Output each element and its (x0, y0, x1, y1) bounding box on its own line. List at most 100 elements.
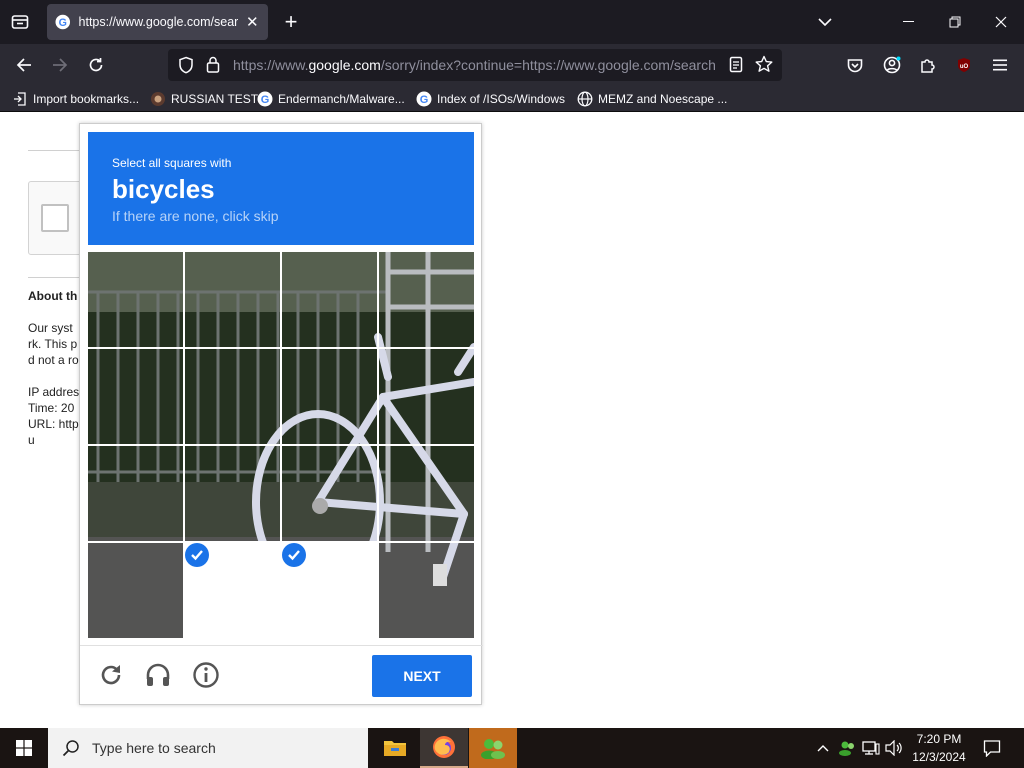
windows-logo-icon (16, 740, 32, 756)
reload-challenge-button[interactable] (96, 660, 126, 690)
forward-arrow-icon (53, 58, 68, 72)
tile-image (185, 349, 280, 444)
svg-text:G: G (59, 17, 67, 29)
bookmark-label: Endermanch/Malware... (278, 92, 405, 106)
image-tile[interactable] (88, 252, 183, 347)
bookmark-label: RUSSIAN TEST (171, 92, 259, 106)
folder-icon (384, 741, 406, 756)
reload-icon (89, 58, 103, 72)
back-button[interactable] (11, 52, 37, 78)
reader-view-button[interactable] (729, 56, 743, 78)
search-icon (62, 740, 79, 757)
image-tile[interactable] (185, 446, 280, 541)
image-tile[interactable] (282, 252, 377, 347)
account-icon (883, 56, 901, 74)
start-button[interactable] (0, 728, 48, 768)
bookmark-endermanch[interactable]: G Endermanch/Malware... (257, 90, 405, 108)
clock-time[interactable]: 7:20 PM (904, 732, 974, 746)
help-button[interactable] (191, 660, 221, 690)
tracking-protection-icon[interactable] (178, 56, 194, 79)
image-tile[interactable] (282, 349, 377, 444)
tab-close-button[interactable]: ✕ (244, 13, 260, 31)
taskbar-search-box[interactable]: Type here to search (48, 728, 368, 768)
clock-date[interactable]: 12/3/2024 (904, 750, 974, 764)
file-explorer-button[interactable] (371, 728, 419, 768)
app-taskbar-button[interactable] (469, 728, 517, 768)
challenge-header: Select all squares with bicycles If ther… (88, 132, 474, 245)
forward-button[interactable] (47, 52, 73, 78)
account-button[interactable] (879, 52, 905, 78)
image-tile[interactable] (185, 252, 280, 347)
tile-image (88, 252, 183, 347)
tab-title: https://www.google.com/search?q=... (78, 15, 239, 29)
network-button[interactable] (861, 738, 881, 758)
minimize-button[interactable] (886, 0, 932, 44)
tile-selected-check-icon (282, 543, 306, 567)
image-tile[interactable] (379, 446, 474, 541)
browser-tab-active[interactable]: G https://www.google.com/search?q=... ✕ (47, 4, 268, 40)
image-tile[interactable] (88, 446, 183, 541)
bookmark-import[interactable]: Import bookmarks... (12, 90, 139, 108)
url-line: URL: http (28, 417, 79, 431)
image-tile[interactable] (379, 543, 474, 638)
show-hidden-icons-button[interactable] (813, 738, 833, 758)
reload-button[interactable] (83, 52, 109, 78)
windows-taskbar: Type here to search 7:20 PM 12/3/2024 (0, 728, 1024, 768)
bookmark-russian-test[interactable]: RUSSIAN TEST (150, 90, 258, 108)
headphones-icon (146, 663, 170, 686)
bookmark-label: Import bookmarks... (33, 92, 140, 106)
action-center-button[interactable] (982, 738, 1002, 758)
tile-image (88, 446, 183, 541)
image-grid (88, 252, 474, 638)
site-icon (150, 91, 166, 107)
about-text-line: rk. This p (28, 337, 78, 351)
tile-image (379, 349, 474, 444)
restore-icon (949, 16, 961, 28)
svg-text:G: G (420, 94, 429, 106)
bookmark-isos[interactable]: G Index of /ISOs/Windows (416, 90, 565, 108)
globe-icon (577, 91, 593, 107)
bookmark-memz[interactable]: MEMZ and Noescape ... (577, 90, 727, 108)
url-text[interactable]: https://www.google.com/sorry/index?conti… (233, 57, 716, 73)
notification-icon (983, 740, 1001, 757)
google-icon: G (416, 91, 432, 107)
image-tile[interactable] (282, 446, 377, 541)
firefox-icon (433, 736, 455, 758)
pocket-button[interactable] (842, 52, 868, 78)
recaptcha-checkbox[interactable] (41, 204, 69, 232)
audio-challenge-button[interactable] (143, 660, 173, 690)
tray-app-icon[interactable] (837, 738, 857, 758)
minimize-icon (903, 21, 914, 22)
reload-icon (101, 665, 121, 685)
image-tile[interactable] (185, 349, 280, 444)
puzzle-icon (921, 59, 935, 73)
app-menu-button[interactable] (987, 52, 1013, 78)
image-tile[interactable] (88, 349, 183, 444)
image-tile[interactable] (379, 349, 474, 444)
image-tile[interactable] (88, 543, 183, 638)
volume-button[interactable] (884, 738, 904, 758)
image-tile[interactable] (379, 252, 474, 347)
all-tabs-button[interactable] (4, 7, 36, 37)
list-all-tabs-button[interactable] (812, 11, 838, 33)
url-host: google.com (308, 57, 381, 73)
users-tray-icon (839, 741, 854, 756)
next-button[interactable]: NEXT (372, 655, 472, 697)
new-tab-button[interactable]: + (278, 8, 304, 36)
firefox-taskbar-button[interactable] (420, 728, 468, 768)
import-icon (12, 91, 28, 107)
lock-icon (206, 56, 220, 73)
recaptcha-challenge: Select all squares with bicycles If ther… (79, 123, 483, 705)
tile-image (185, 446, 280, 541)
tile-image (379, 252, 474, 347)
about-text-line: d not a ro (28, 353, 79, 367)
url-prefix: https://www. (233, 57, 309, 73)
close-window-button[interactable] (978, 0, 1024, 44)
restore-button[interactable] (932, 0, 978, 44)
extensions-button[interactable] (915, 52, 941, 78)
challenge-target: bicycles (112, 174, 215, 204)
ublock-button[interactable]: uO (951, 52, 977, 78)
address-bar[interactable]: https://www.google.com/sorry/index?conti… (168, 49, 782, 81)
site-info-button[interactable] (206, 56, 220, 78)
bookmark-star-button[interactable] (755, 55, 773, 78)
